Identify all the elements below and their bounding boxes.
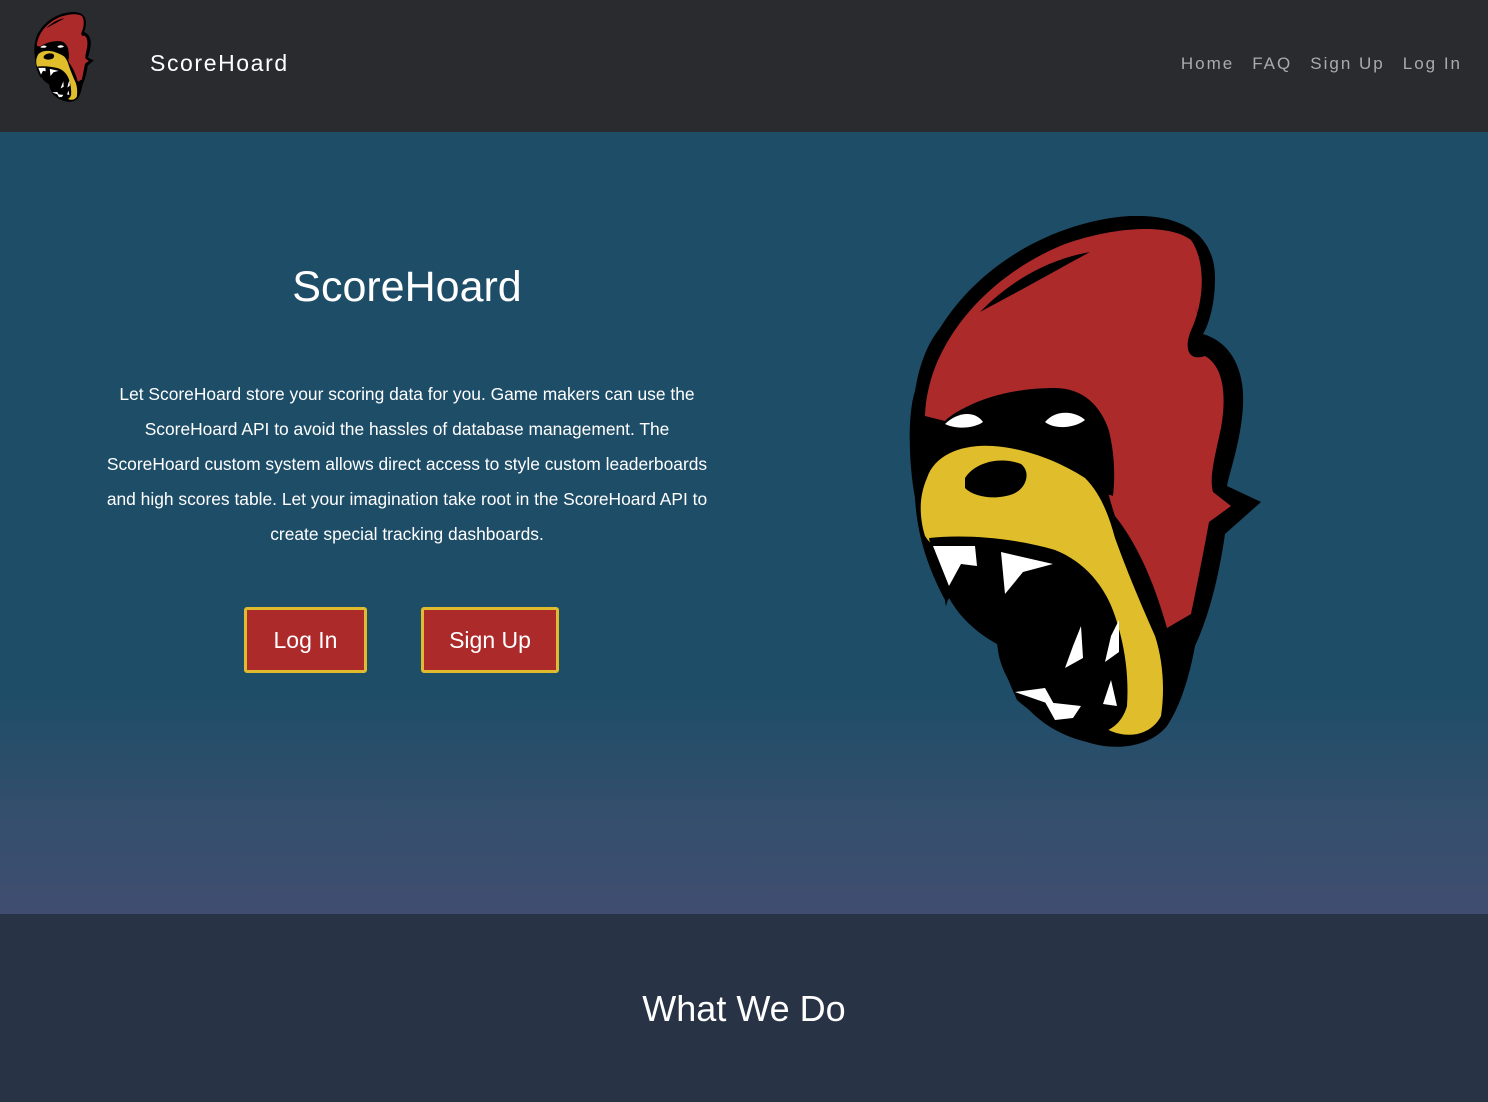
what-we-do-section: What We Do bbox=[0, 914, 1488, 1102]
site-header: ScoreHoard Home FAQ Sign Up Log In bbox=[0, 0, 1488, 132]
gorilla-mascot-icon[interactable] bbox=[30, 12, 98, 102]
sign-up-button[interactable]: Sign Up bbox=[421, 607, 559, 673]
section-title: What We Do bbox=[642, 988, 846, 1029]
hero-description: Let ScoreHoard store your scoring data f… bbox=[106, 384, 708, 544]
main-nav: Home FAQ Sign Up Log In bbox=[1181, 50, 1462, 78]
nav-link-sign-up[interactable]: Sign Up bbox=[1310, 50, 1384, 78]
brand-name[interactable]: ScoreHoard bbox=[150, 48, 289, 78]
nav-link-faq[interactable]: FAQ bbox=[1252, 50, 1292, 78]
hero-title: ScoreHoard bbox=[292, 263, 522, 311]
gorilla-mascot-icon bbox=[905, 216, 1265, 748]
nav-link-home[interactable]: Home bbox=[1181, 50, 1234, 78]
log-in-button[interactable]: Log In bbox=[244, 607, 367, 673]
nav-link-log-in[interactable]: Log In bbox=[1403, 50, 1462, 78]
hero-section: ScoreHoard Let ScoreHoard store your sco… bbox=[0, 132, 1488, 914]
